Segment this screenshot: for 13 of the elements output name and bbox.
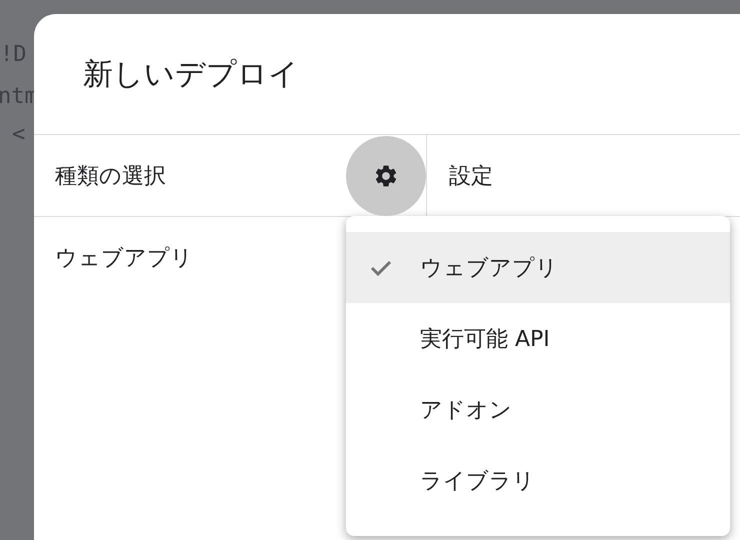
- settings-header: 設定: [449, 162, 493, 190]
- deployment-type-label: ウェブアプリ: [55, 246, 193, 271]
- dialog-title: 新しいデプロイ: [83, 56, 299, 94]
- settings-icon: [373, 162, 399, 188]
- check-icon: [370, 258, 392, 276]
- settings-button[interactable]: [346, 136, 426, 216]
- menu-item[interactable]: ウェブアプリ: [346, 232, 730, 303]
- code-text: !D: [0, 42, 26, 67]
- menu-item[interactable]: 実行可能 API: [346, 303, 730, 374]
- code-text: <: [12, 122, 26, 147]
- type-header: 種類の選択: [55, 162, 166, 190]
- menu-item[interactable]: ライブラリ: [346, 445, 730, 516]
- menu-item[interactable]: アドオン: [346, 374, 730, 445]
